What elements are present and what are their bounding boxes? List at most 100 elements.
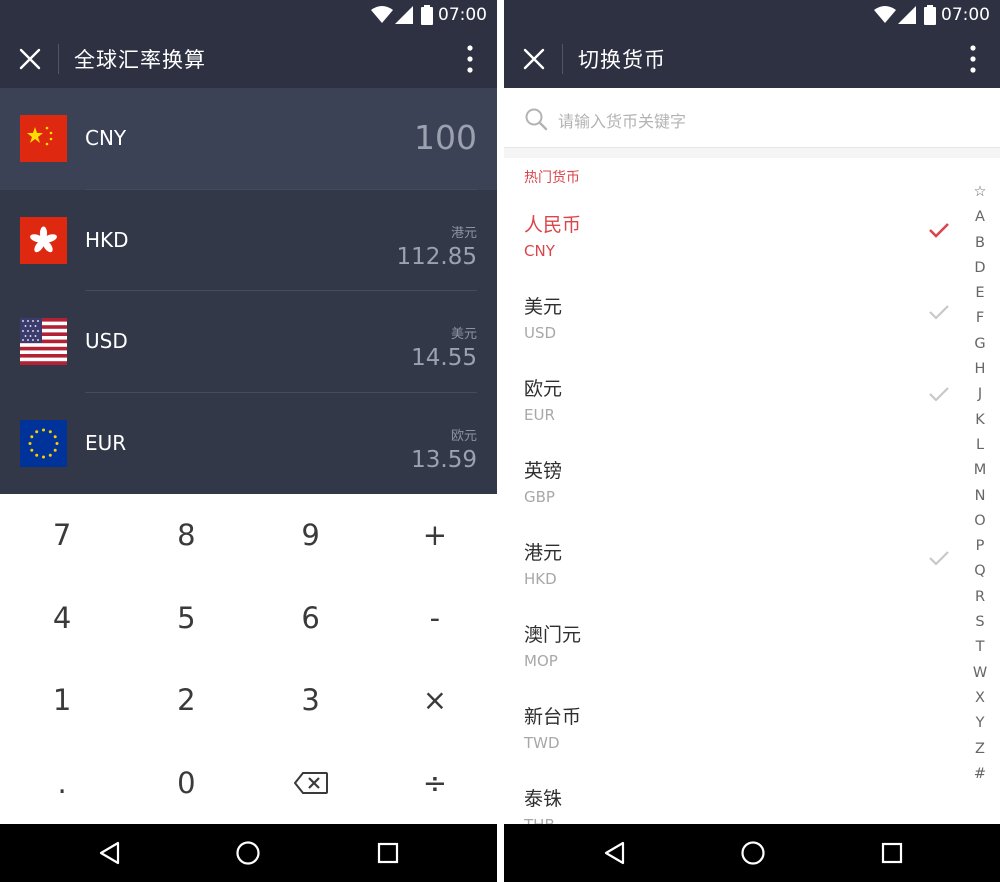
index-letter[interactable]: D [970, 256, 990, 281]
index-letter[interactable]: E [970, 281, 990, 306]
system-nav-bar [504, 824, 1000, 882]
index-letter[interactable]: X [970, 686, 990, 711]
index-letter[interactable]: B [970, 231, 990, 256]
hong-kong-flag-icon [20, 216, 67, 264]
home-icon[interactable] [740, 840, 766, 866]
recents-icon[interactable] [375, 840, 401, 866]
index-letter[interactable]: K [970, 408, 990, 433]
alphabet-index[interactable]: ☆ A B D E F G H J K L M N O P Q R S T W … [970, 180, 990, 787]
signal-icon [898, 6, 916, 24]
index-letter[interactable]: P [970, 534, 990, 559]
currency-option-code: THB [524, 816, 555, 824]
status-bar: 07:00 [504, 0, 1000, 30]
index-letter[interactable]: Z [970, 737, 990, 762]
currency-option-cny[interactable]: 人民币 CNY [504, 192, 960, 274]
screen-divider [497, 0, 504, 882]
status-time: 07:00 [941, 5, 990, 25]
key-multiply[interactable]: × [373, 659, 497, 742]
index-letter[interactable]: T [970, 635, 990, 660]
index-letter[interactable]: A [970, 205, 990, 230]
index-letter[interactable]: H [970, 357, 990, 382]
index-letter[interactable]: S [970, 610, 990, 635]
currency-option-hkd[interactable]: 港元 HKD [504, 520, 960, 602]
key-1[interactable]: 1 [0, 659, 124, 742]
number-keypad: 7 8 9 + 4 5 6 - 1 2 3 × . 0 ÷ [0, 494, 497, 824]
currency-name: 欧元 [450, 428, 477, 444]
currency-option-name: 新台币 [524, 706, 582, 728]
key-decimal[interactable]: . [0, 742, 124, 825]
currency-option-name: 人民币 [524, 214, 582, 236]
recents-icon[interactable] [879, 840, 905, 866]
more-options-icon[interactable] [467, 45, 473, 73]
currency-code: HKD [85, 227, 129, 252]
key-minus[interactable]: - [373, 577, 497, 660]
key-9[interactable]: 9 [249, 494, 373, 577]
search-bar[interactable]: 请输入货币关键字 [504, 88, 1000, 148]
key-4[interactable]: 4 [0, 577, 124, 660]
converter-screen: 07:00 全球汇率换算 CNY 100 HKD 港元 112.85 USD 美… [0, 0, 497, 882]
key-0[interactable]: 0 [124, 742, 248, 825]
index-letter[interactable]: G [970, 332, 990, 357]
search-icon [525, 108, 548, 131]
index-letter[interactable]: Y [970, 711, 990, 736]
index-letter[interactable]: R [970, 585, 990, 610]
battery-icon [421, 5, 433, 25]
title-separator [562, 44, 563, 74]
index-letter-hash[interactable]: # [970, 762, 990, 787]
currency-row-eur[interactable]: EUR 欧元 13.59 [0, 393, 497, 495]
check-icon [929, 305, 949, 320]
index-letter[interactable]: J [970, 382, 990, 407]
currency-options-list: 人民币 CNY 美元 USD 欧元 EUR 英镑 GBP 港元 HKD 澳门元 … [504, 192, 960, 824]
key-3[interactable]: 3 [249, 659, 373, 742]
index-letter[interactable]: L [970, 433, 990, 458]
index-letter[interactable]: M [970, 458, 990, 483]
home-icon[interactable] [235, 840, 261, 866]
currency-row-hkd[interactable]: HKD 港元 112.85 [0, 190, 497, 291]
currency-option-thb[interactable]: 泰铢 THB [504, 766, 960, 824]
currency-option-code: CNY [524, 242, 555, 260]
key-7[interactable]: 7 [0, 494, 124, 577]
more-options-icon[interactable] [970, 45, 976, 73]
currency-option-eur[interactable]: 欧元 EUR [504, 356, 960, 438]
close-icon[interactable] [18, 47, 42, 71]
check-icon [929, 551, 949, 566]
key-divide[interactable]: ÷ [373, 742, 497, 825]
index-letter[interactable]: W [970, 661, 990, 686]
currency-option-twd[interactable]: 新台币 TWD [504, 684, 960, 766]
index-letter-star[interactable]: ☆ [970, 180, 990, 205]
section-gap [504, 148, 1000, 158]
page-title: 切换货币 [578, 48, 666, 72]
index-letter[interactable]: O [970, 509, 990, 534]
currency-option-code: MOP [524, 652, 558, 670]
search-input[interactable]: 请输入货币关键字 [558, 108, 686, 132]
back-icon[interactable] [96, 840, 122, 866]
key-plus[interactable]: + [373, 494, 497, 577]
check-icon [929, 387, 949, 402]
currency-switcher-screen: 07:00 切换货币 请输入货币关键字 热门货币 人民币 CNY 美元 USD … [504, 0, 1000, 882]
close-icon[interactable] [522, 47, 546, 71]
system-nav-bar [0, 824, 497, 882]
currency-row-usd[interactable]: USD 美元 14.55 [0, 291, 497, 393]
index-letter[interactable]: N [970, 484, 990, 509]
currency-code: CNY [85, 126, 127, 150]
key-2[interactable]: 2 [124, 659, 248, 742]
currency-option-mop[interactable]: 澳门元 MOP [504, 602, 960, 684]
wifi-icon [371, 6, 393, 23]
key-5[interactable]: 5 [124, 577, 248, 660]
currency-option-gbp[interactable]: 英镑 GBP [504, 438, 960, 520]
key-backspace[interactable] [249, 742, 373, 825]
index-letter[interactable]: Q [970, 559, 990, 584]
currency-code: USD [85, 329, 128, 353]
battery-icon [924, 5, 936, 25]
currency-row-cny[interactable]: CNY 100 [0, 88, 497, 190]
check-icon [929, 223, 949, 238]
key-8[interactable]: 8 [124, 494, 248, 577]
key-6[interactable]: 6 [249, 577, 373, 660]
currency-option-name: 港元 [524, 542, 563, 564]
index-letter[interactable]: F [970, 306, 990, 331]
back-icon[interactable] [601, 840, 627, 866]
currency-value: 112.85 [396, 243, 477, 270]
currency-option-usd[interactable]: 美元 USD [504, 274, 960, 356]
currency-value[interactable]: 100 [414, 118, 477, 157]
currency-option-name: 美元 [524, 296, 563, 318]
